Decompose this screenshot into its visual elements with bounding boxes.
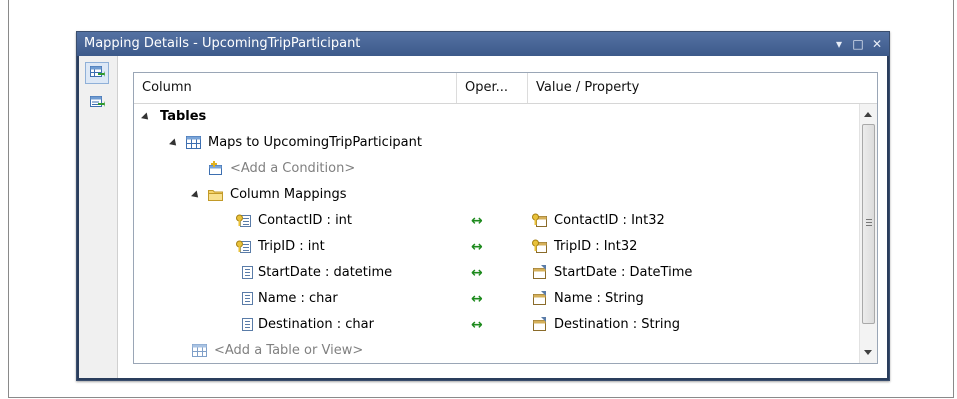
column-mappings-label: Column Mappings — [230, 187, 347, 202]
column-name: Destination : char — [258, 317, 374, 332]
column-icon — [242, 318, 253, 331]
expand-icon[interactable] — [169, 138, 179, 149]
dropdown-icon[interactable]: ▾ — [833, 32, 845, 56]
add-condition-row[interactable]: <Add a Condition> — [134, 156, 859, 182]
window-title: Mapping Details - UpcomingTripParticipan… — [84, 36, 361, 51]
close-icon[interactable]: ✕ — [871, 32, 883, 56]
key-column-icon — [236, 214, 251, 227]
mapping-row[interactable]: StartDate : datetime ↔ StartDate : DateT… — [134, 260, 859, 286]
table-icon — [192, 344, 207, 357]
mapping-row[interactable]: Destination : char ↔ Destination : Strin… — [134, 312, 859, 338]
scroll-down-icon[interactable] — [864, 350, 872, 355]
add-table-row[interactable]: <Add a Table or View> — [134, 338, 859, 363]
grip-line — [866, 222, 872, 223]
column-name: Name : char — [258, 291, 338, 306]
mapping-row[interactable]: ContactID : int ↔ ContactID : Int32 — [134, 208, 859, 234]
add-table-label: <Add a Table or View> — [214, 343, 364, 358]
column-header[interactable]: Column — [134, 73, 456, 103]
property-name: ContactID : Int32 — [554, 213, 665, 228]
grip-line — [866, 219, 872, 220]
operator-header[interactable]: Oper... — [457, 73, 535, 103]
add-condition-label: <Add a Condition> — [230, 161, 356, 176]
key-property-icon — [532, 239, 547, 253]
maps-to-row[interactable]: Maps to UpcomingTripParticipant — [134, 130, 859, 156]
mapping-row[interactable]: TripID : int ↔ TripID : Int32 — [134, 234, 859, 260]
mapping-operator: ↔ — [471, 291, 483, 307]
window-client: Column Oper... Value / Property Tables M… — [79, 56, 887, 378]
property-name: StartDate : DateTime — [554, 265, 693, 280]
mapping-grid: Column Oper... Value / Property Tables M… — [133, 72, 878, 364]
column-name: StartDate : datetime — [258, 265, 393, 280]
key-column-icon — [236, 240, 251, 253]
tables-row[interactable]: Tables — [134, 104, 859, 130]
folder-icon — [208, 190, 223, 201]
grid-rows: Tables Maps to UpcomingTripParticipant <… — [134, 104, 859, 363]
scroll-thumb[interactable] — [862, 124, 875, 324]
key-property-icon — [532, 213, 547, 227]
column-name: ContactID : int — [258, 213, 353, 228]
map-to-tables-button[interactable] — [85, 62, 109, 84]
maps-to-label: Maps to UpcomingTripParticipant — [208, 135, 422, 150]
function-map-icon — [89, 96, 105, 107]
property-icon — [533, 265, 546, 279]
property-name: Destination : String — [554, 317, 681, 332]
table-icon — [186, 136, 201, 149]
property-icon — [533, 317, 546, 331]
grip-line — [866, 225, 872, 226]
grid-header: Column Oper... Value / Property — [134, 73, 877, 104]
expand-icon[interactable] — [191, 190, 201, 201]
property-name: TripID : Int32 — [554, 239, 638, 254]
mapping-operator: ↔ — [471, 213, 483, 229]
column-icon — [242, 266, 253, 279]
tables-label: Tables — [160, 109, 207, 124]
title-controls: ▾ □ ✕ — [833, 32, 883, 56]
mapping-details-window: Mapping Details - UpcomingTripParticipan… — [76, 31, 890, 381]
window-titlebar[interactable]: Mapping Details - UpcomingTripParticipan… — [77, 32, 889, 56]
sidebar-toolbar — [79, 56, 118, 378]
expand-icon[interactable] — [141, 112, 151, 123]
property-name: Name : String — [554, 291, 644, 306]
mapping-operator: ↔ — [471, 239, 483, 255]
mapping-row[interactable]: Name : char ↔ Name : String — [134, 286, 859, 312]
condition-icon — [209, 161, 222, 175]
column-icon — [242, 292, 253, 305]
column-mappings-row[interactable]: Column Mappings — [134, 182, 859, 208]
vertical-scrollbar[interactable] — [859, 104, 877, 363]
mapping-operator: ↔ — [471, 317, 483, 333]
map-to-functions-button[interactable] — [85, 92, 109, 114]
maximize-icon[interactable]: □ — [852, 32, 864, 56]
value-property-header[interactable]: Value / Property — [528, 73, 858, 103]
table-map-icon — [89, 66, 105, 77]
property-icon — [533, 291, 546, 305]
scroll-up-icon[interactable] — [864, 112, 872, 117]
column-name: TripID : int — [258, 239, 325, 254]
mapping-operator: ↔ — [471, 265, 483, 281]
